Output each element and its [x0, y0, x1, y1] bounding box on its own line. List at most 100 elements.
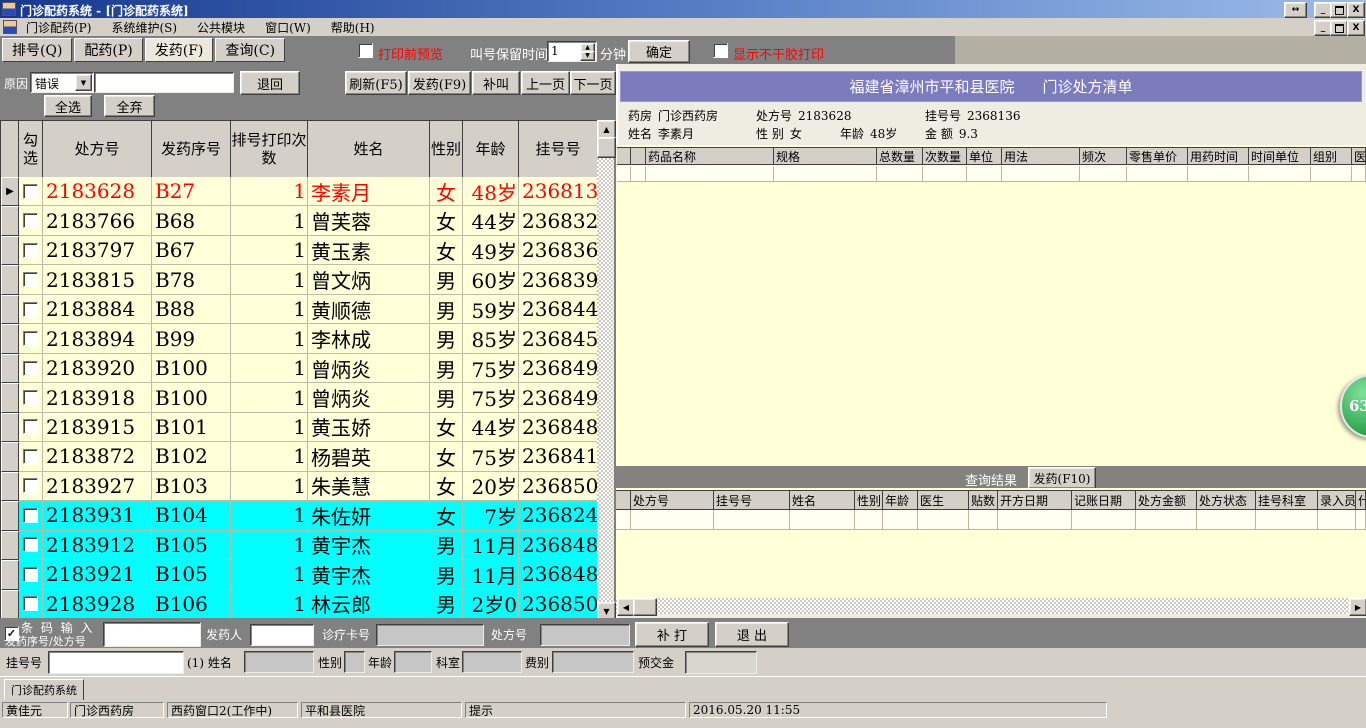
row-checkbox[interactable]: [23, 242, 38, 258]
reg-no-input[interactable]: [48, 651, 184, 674]
queue-row-5[interactable]: 2183894B991李林成男85岁2368457: [1, 324, 598, 354]
tab-3[interactable]: 查询(C): [215, 38, 286, 62]
system-tab[interactable]: 门诊配药系统: [4, 679, 84, 701]
row-checkbox[interactable]: [23, 537, 38, 553]
print-preview-checkbox[interactable]: [358, 43, 373, 58]
drug-empty-cell-10: [1188, 166, 1249, 182]
deposit-input[interactable]: [685, 651, 757, 674]
status-datetime: 2016.05.20 11:55: [689, 702, 1107, 718]
queue-cell-reg: 2368495: [519, 383, 598, 413]
sticker-print-checkbox[interactable]: [713, 43, 728, 58]
next-page-button[interactable]: 下一页: [570, 71, 616, 95]
scroll-thumb[interactable]: [597, 137, 616, 158]
menu-item-2[interactable]: 公共模块: [195, 19, 247, 36]
row-checkbox[interactable]: [23, 390, 38, 406]
drug-empty-cell-5: [923, 166, 967, 182]
recall-button[interactable]: 补叫: [472, 71, 520, 95]
menu-item-0[interactable]: 门诊配药(P): [24, 19, 93, 36]
row-checkbox[interactable]: [23, 183, 38, 199]
checkbox-cell: [19, 235, 43, 266]
queue-row-8[interactable]: 2183915B1011黄玉娇女44岁2368489: [1, 412, 598, 443]
row-checkbox[interactable]: [23, 213, 38, 229]
return-button[interactable]: 退回: [240, 71, 300, 95]
reason-input[interactable]: [94, 72, 234, 93]
patient-name-input[interactable]: [244, 651, 314, 673]
tab-0[interactable]: 排号(Q): [2, 38, 73, 62]
queue-cell-print: 1: [231, 383, 308, 413]
dispense-f10-button[interactable]: 发药(F10): [1028, 467, 1096, 489]
queue-row-4[interactable]: 2183884B881黄顺德男59岁2368449: [1, 294, 598, 325]
drug-header-9: 零售单价: [1127, 147, 1188, 165]
refresh-button[interactable]: 刷新(F5): [345, 71, 407, 95]
sex-input[interactable]: [344, 651, 365, 673]
exit-button[interactable]: 退 出: [715, 622, 789, 647]
mdi-restore-button[interactable]: [1330, 20, 1348, 36]
card-no-input[interactable]: [376, 624, 484, 646]
discard-all-button[interactable]: 全弃: [104, 95, 155, 117]
row-checkbox[interactable]: [23, 566, 38, 582]
queue-row-12[interactable]: 2183912B1051黄宇杰男11月2368485: [1, 530, 598, 561]
reprint-button[interactable]: 补 打: [635, 622, 709, 647]
restore-button[interactable]: [1330, 2, 1348, 18]
result-header-0: [616, 490, 631, 510]
result-scrollbar[interactable]: [616, 598, 1366, 614]
row-checkbox[interactable]: [23, 331, 38, 347]
row-checkbox[interactable]: [23, 478, 38, 494]
queue-cell-age: 44岁: [463, 412, 519, 443]
fee-input[interactable]: [552, 651, 634, 673]
reg-no-label2: 挂号号: [6, 656, 43, 670]
queue-cell-reg: 2368457: [519, 324, 598, 354]
age-input[interactable]: [394, 651, 432, 673]
row-checkbox[interactable]: [23, 596, 38, 612]
dept-input[interactable]: [462, 651, 522, 673]
queue-row-9[interactable]: 2183872B1021杨碧英女75岁2368419: [1, 442, 598, 472]
menu-item-4[interactable]: 帮助(H): [329, 19, 377, 36]
menu-item-3[interactable]: 窗口(W): [263, 19, 313, 36]
queue-cell-seq: B105: [152, 560, 231, 590]
row-checkbox[interactable]: [23, 301, 38, 317]
select-all-button[interactable]: 全选: [44, 95, 92, 117]
scroll-right-icon[interactable]: ▶: [1349, 598, 1366, 616]
hscroll-thumb[interactable]: [633, 598, 657, 616]
queue-row-7[interactable]: 2183918B1001曾炳炎男75岁2368495: [1, 383, 598, 413]
tab-1[interactable]: 配药(P): [74, 38, 143, 62]
spinner-down-icon[interactable]: ▼: [580, 51, 595, 61]
prev-page-button[interactable]: 上一页: [521, 71, 570, 95]
mdi-close-button[interactable]: X: [1347, 20, 1365, 36]
row-checkbox[interactable]: [23, 360, 38, 376]
confirm-button[interactable]: 确定: [628, 40, 690, 63]
call-time-spinner[interactable]: 1 ▲ ▼: [547, 41, 597, 62]
resize-icon[interactable]: ↔: [1284, 2, 1307, 18]
reason-combobox[interactable]: 错误 ▼: [30, 72, 94, 93]
drug-empty-cell-12: [1311, 166, 1352, 182]
rx-no-input[interactable]: [540, 624, 630, 646]
close-button[interactable]: X: [1347, 2, 1365, 18]
combo-dropdown-icon[interactable]: ▼: [75, 74, 92, 91]
queue-cell-name: 曾炳炎: [308, 383, 430, 413]
queue-cell-print: 1: [231, 294, 308, 325]
menu-item-1[interactable]: 系统维护(S): [109, 19, 179, 36]
queue-scrollbar[interactable]: [597, 120, 614, 619]
queue-cell-seq: B78: [152, 265, 231, 295]
queue-cell-seq: B102: [152, 442, 231, 472]
queue-row-3[interactable]: 2183815B781曾文炳男60岁2368391: [1, 265, 598, 295]
queue-row-10[interactable]: 2183927B1031朱美慧女20岁2368503: [1, 471, 598, 502]
dispenser-input[interactable]: [250, 624, 314, 646]
queue-grid-header: 勾选 处方号 发药序号 排号打印次数 姓名 性别 年龄 挂号号: [0, 120, 598, 178]
queue-row-11[interactable]: 2183931B1041朱佐妍女7岁2368246: [1, 501, 598, 531]
queue-row-6[interactable]: 2183920B1001曾炳炎男75岁2368495: [1, 353, 598, 384]
queue-row-2[interactable]: 2183797B671黄玉素女49岁2368369: [1, 235, 598, 266]
row-checkbox[interactable]: [23, 507, 38, 523]
queue-row-13[interactable]: 2183921B1051黄宇杰男11月2368485: [1, 560, 598, 590]
tab-2[interactable]: 发药(F): [144, 38, 214, 62]
row-checkbox[interactable]: [23, 272, 38, 288]
queue-row-0[interactable]: ▶ 2183628B271李素月女48岁2368136: [1, 177, 598, 207]
row-checkbox[interactable]: [23, 448, 38, 464]
queue-row-1[interactable]: 2183766B681曾芙蓉女44岁2368326: [1, 206, 598, 236]
queue-row-14[interactable]: 2183928B1061林云郎男2岁02368504: [1, 589, 598, 620]
row-checkbox[interactable]: [23, 419, 38, 435]
queue-cell-print: 1: [231, 177, 308, 207]
queue-cell-rx: 2183918: [43, 383, 152, 413]
dispense-button[interactable]: 发药(F9): [408, 71, 471, 95]
barcode-input[interactable]: [103, 622, 201, 647]
